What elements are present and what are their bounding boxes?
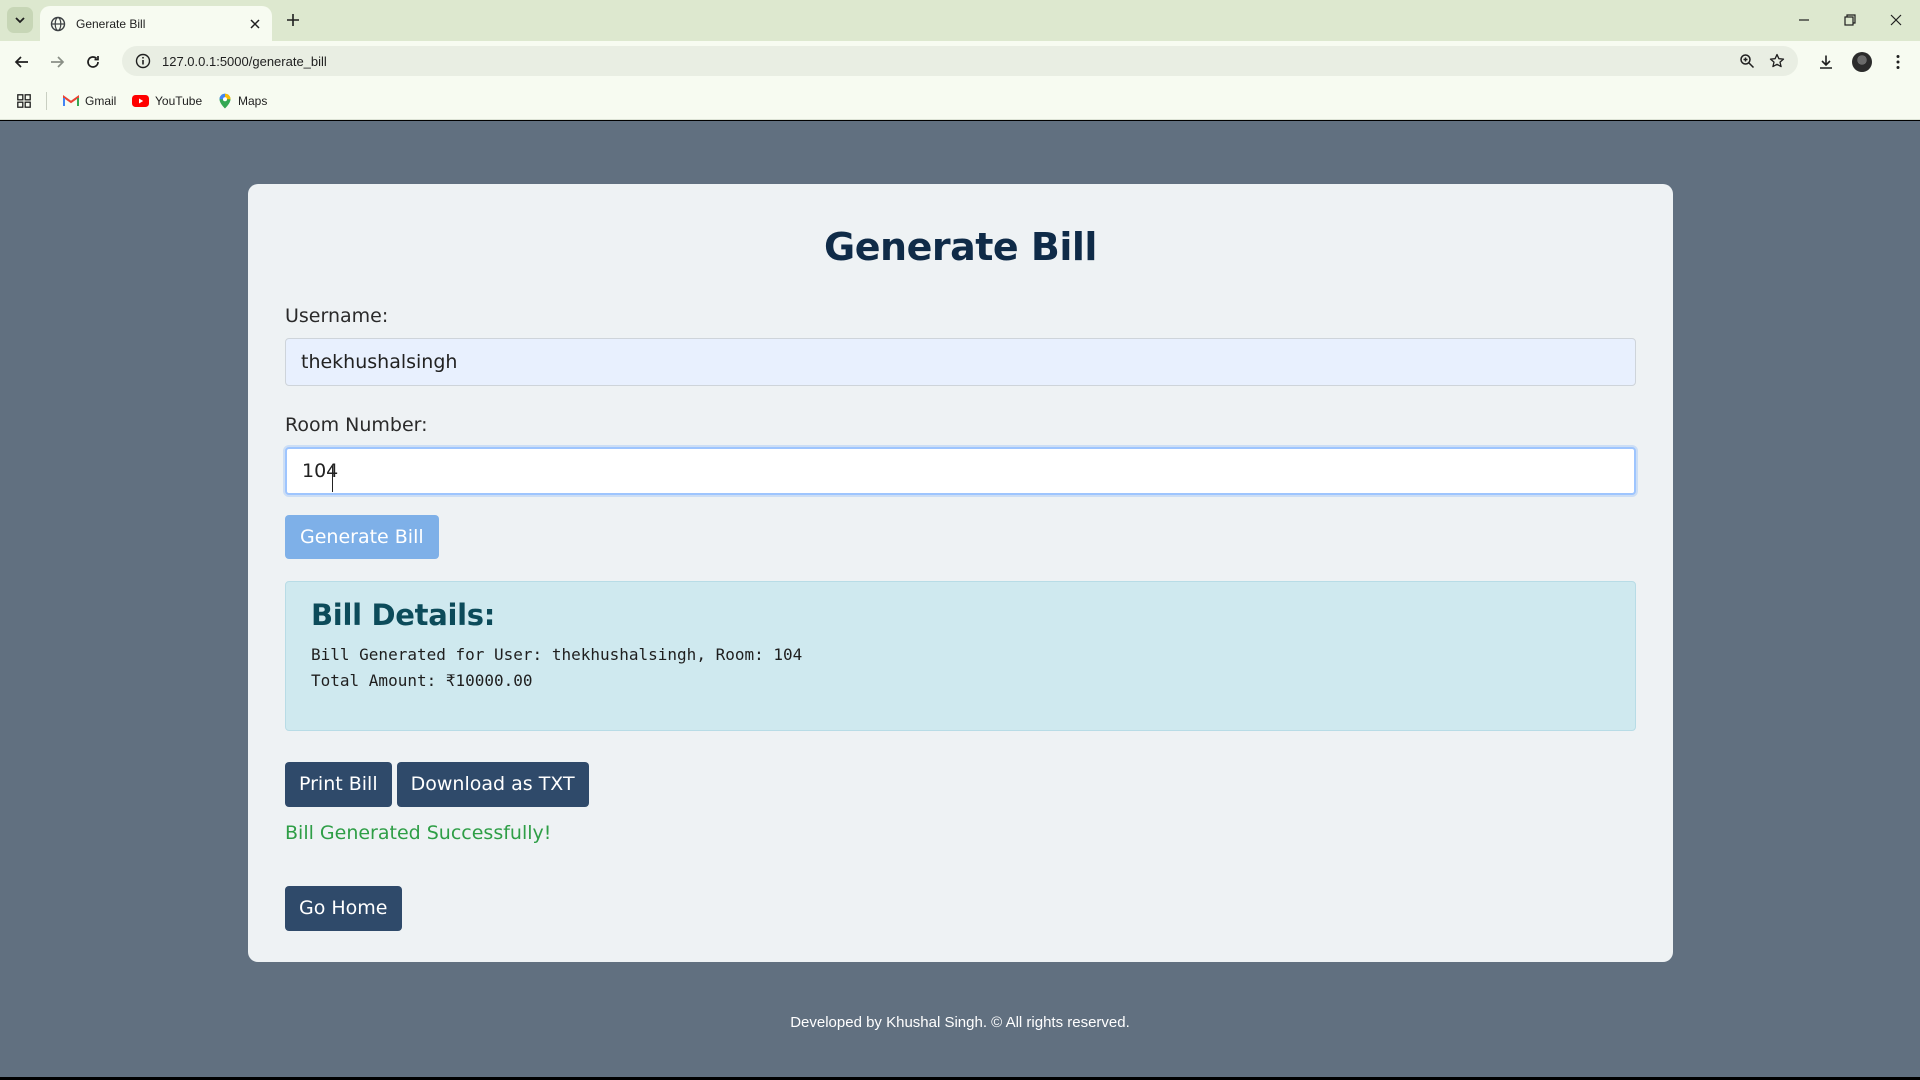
bookmark-label: Maps <box>238 94 268 108</box>
username-label: Username: <box>285 305 389 327</box>
tab-title: Generate Bill <box>76 16 146 31</box>
bookmark-gmail[interactable]: Gmail <box>63 90 116 112</box>
address-bar[interactable]: 127.0.0.1:5000/generate_bill <box>122 46 1798 76</box>
site-info-icon[interactable] <box>128 46 158 76</box>
bookmarks-bar: Gmail YouTube Maps <box>0 81 1920 120</box>
chevron-down-icon <box>15 17 25 24</box>
reload-button[interactable] <box>79 48 107 76</box>
minimize-button[interactable] <box>1781 0 1827 40</box>
bookmark-maps[interactable]: Maps <box>218 90 267 112</box>
bookmark-star-icon[interactable] <box>1762 46 1792 76</box>
plus-icon <box>287 14 299 26</box>
text-caret <box>332 466 333 492</box>
username-input[interactable] <box>285 338 1636 386</box>
bookmark-youtube[interactable]: YouTube <box>132 90 202 112</box>
bill-total-line: Total Amount: ₹10000.00 <box>311 671 533 690</box>
go-home-button[interactable]: Go Home <box>285 886 402 931</box>
close-icon <box>1890 14 1902 26</box>
tab-search-button[interactable] <box>7 7 33 33</box>
bill-details-heading: Bill Details: <box>311 598 496 632</box>
youtube-icon <box>132 95 149 107</box>
minimize-icon <box>1799 19 1809 21</box>
restore-button[interactable] <box>1827 0 1873 40</box>
bill-summary-line: Bill Generated for User: thekhushalsingh… <box>311 645 803 664</box>
room-number-field <box>285 447 1636 495</box>
browser-menu-button[interactable] <box>1883 47 1913 77</box>
browser-toolbar: 127.0.0.1:5000/generate_bill <box>0 41 1920 81</box>
generate-bill-button[interactable]: Generate Bill <box>285 515 439 559</box>
room-number-input[interactable] <box>285 447 1636 495</box>
download-txt-button[interactable]: Download as TXT <box>396 762 589 807</box>
success-message: Bill Generated Successfully! <box>285 822 552 844</box>
browser-tab-strip: Generate Bill <box>0 0 1920 41</box>
close-tab-icon[interactable] <box>246 15 264 33</box>
forward-button[interactable] <box>43 48 71 76</box>
room-number-label: Room Number: <box>285 414 428 436</box>
bill-details-panel: Bill Details: Bill Generated for User: t… <box>285 581 1636 731</box>
print-bill-button[interactable]: Print Bill <box>285 762 392 807</box>
bookmark-label: Gmail <box>85 94 117 108</box>
maps-icon <box>219 93 231 109</box>
new-tab-button[interactable] <box>282 9 304 31</box>
bill-actions: Print Bill Download as TXT <box>285 762 1636 807</box>
downloads-button[interactable] <box>1811 47 1841 77</box>
page-background: Generate Bill Username: Room Number: Gen… <box>0 121 1920 1077</box>
apps-grid-icon[interactable] <box>14 91 34 111</box>
gmail-icon <box>63 95 79 106</box>
browser-tab[interactable]: Generate Bill <box>40 6 272 41</box>
close-window-button[interactable] <box>1873 0 1919 40</box>
back-button[interactable] <box>8 48 36 76</box>
arrow-left-icon <box>14 56 28 68</box>
arrow-right-icon <box>51 56 65 68</box>
page-title: Generate Bill <box>824 225 1097 269</box>
profile-button[interactable] <box>1847 47 1877 77</box>
bill-details-text: Bill Generated for User: thekhushalsingh… <box>311 642 1610 694</box>
zoom-icon[interactable] <box>1732 46 1762 76</box>
url-text: 127.0.0.1:5000/generate_bill <box>162 53 327 69</box>
avatar <box>1852 52 1872 72</box>
footer-text: Developed by Khushal Singh. © All rights… <box>790 1014 1130 1031</box>
generate-bill-card: Generate Bill Username: Room Number: Gen… <box>248 184 1673 962</box>
bookmark-label: YouTube <box>155 94 203 108</box>
more-vertical-icon <box>1896 55 1900 69</box>
download-icon <box>1820 55 1832 69</box>
restore-icon <box>1844 14 1856 26</box>
reload-icon <box>87 56 99 68</box>
globe-icon <box>50 16 66 31</box>
bookmarks-divider <box>46 92 47 110</box>
